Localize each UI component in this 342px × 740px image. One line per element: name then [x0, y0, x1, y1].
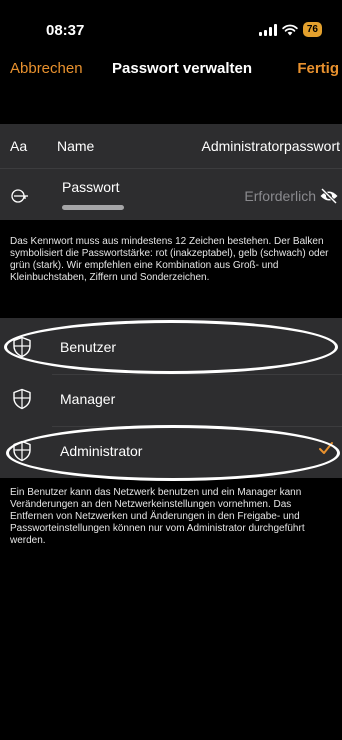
text-format-icon: Aa — [10, 138, 28, 154]
shield-icon — [13, 388, 31, 410]
page-title: Passwort verwalten — [112, 60, 253, 77]
password-label: Passwort — [62, 179, 120, 195]
done-button[interactable]: Fertig — [297, 60, 339, 77]
password-strength-bar — [62, 205, 124, 210]
cancel-button[interactable]: Abbrechen — [10, 60, 83, 77]
password-input[interactable]: Erforderlich — [244, 188, 316, 204]
clock: 08:37 — [46, 22, 85, 39]
name-value[interactable]: Administratorpasswort — [202, 138, 341, 154]
credentials-section: Aa Name Administratorpasswort Passwort E… — [0, 124, 342, 220]
wifi-icon — [282, 24, 298, 35]
password-hint: Das Kennwort muss aus mindestens 12 Zeic… — [10, 236, 329, 283]
cellular-signal-icon — [258, 23, 277, 36]
role-item-manager[interactable]: Manager — [0, 374, 342, 426]
role-label: Manager — [60, 391, 116, 407]
status-icons: 76 — [258, 22, 322, 37]
highlight-ellipse — [4, 320, 338, 374]
key-icon — [11, 189, 28, 203]
status-bar: 08:37 76 — [0, 0, 342, 48]
name-row[interactable]: Aa Name Administratorpasswort — [0, 124, 342, 168]
name-label: Name — [57, 138, 95, 154]
roles-hint: Ein Benutzer kann das Netzwerk benutzen … — [10, 487, 305, 546]
highlight-ellipse — [6, 425, 340, 481]
password-row[interactable]: Passwort Erforderlich — [0, 169, 342, 220]
navigation-bar: Abbrechen Passwort verwalten Fertig — [0, 56, 342, 86]
battery-indicator: 76 — [302, 22, 322, 37]
eye-slash-icon[interactable] — [319, 188, 339, 204]
